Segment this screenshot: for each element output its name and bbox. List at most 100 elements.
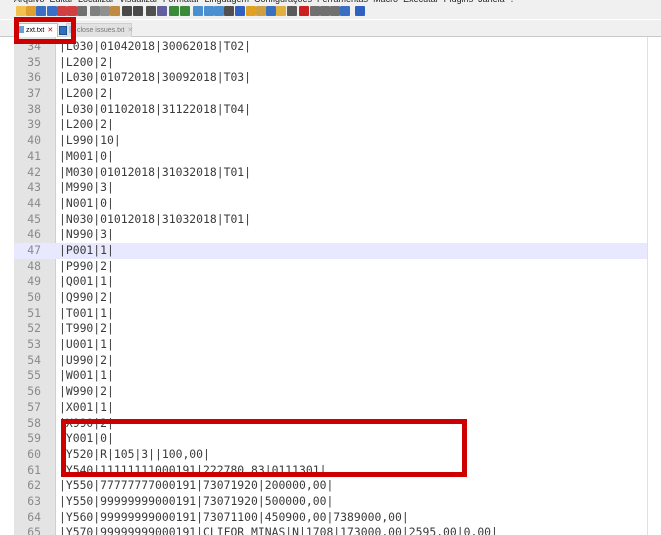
vertical-scrollbar[interactable] <box>647 37 661 535</box>
save-macro-icon[interactable] <box>340 6 350 16</box>
editor-line[interactable]: 47 |P001|1| <box>14 242 647 259</box>
udl-icon[interactable] <box>246 6 256 16</box>
line-number: 63 <box>27 493 41 508</box>
line-number: 43 <box>27 180 41 195</box>
paste-icon[interactable] <box>110 6 120 16</box>
line-number: 52 <box>27 321 41 336</box>
menu-item[interactable]: Formatar <box>163 0 200 4</box>
editor-line[interactable]: 63 |Y550|99999999000191|73071920|500000,0… <box>14 494 647 510</box>
doc-map-icon[interactable] <box>256 6 266 16</box>
sync-h-icon[interactable] <box>204 6 214 16</box>
play-macro-icon[interactable] <box>320 6 330 16</box>
line-text: |N001|0| <box>59 195 114 210</box>
copy-icon[interactable] <box>100 6 110 16</box>
find-icon[interactable] <box>146 6 156 16</box>
line-text: |L030|01072018|30092018|T03| <box>59 70 252 85</box>
editor-line[interactable]: 57 |X001|1| <box>14 400 647 416</box>
editor-line[interactable]: 65 |Y570|99999999000191|CLIFOR MINAS|N|17… <box>14 525 647 535</box>
line-number: 39 <box>27 117 41 132</box>
open-file-icon[interactable] <box>26 6 36 16</box>
editor-line[interactable]: 53 |U001|1| <box>14 337 647 353</box>
menu-item[interactable]: Linguagem <box>204 0 249 4</box>
menu-item[interactable]: ? <box>510 0 515 4</box>
undo-icon[interactable] <box>122 6 132 16</box>
zoom-in-icon[interactable] <box>169 6 179 16</box>
line-number: 61 <box>27 462 41 477</box>
line-number: 57 <box>27 399 41 414</box>
close-icon[interactable] <box>57 6 67 16</box>
zoom-out-icon[interactable] <box>180 6 190 16</box>
save-all-icon[interactable] <box>47 6 57 16</box>
record-macro-icon[interactable] <box>299 6 309 16</box>
line-number: 45 <box>27 211 41 226</box>
close-tab-icon[interactable]: ✕ <box>126 27 134 35</box>
menu-item[interactable]: Janela <box>478 0 505 4</box>
editor-line[interactable]: 41 |M001|0| <box>14 149 647 165</box>
menu-item[interactable]: Visualizar <box>119 0 158 4</box>
editor-line[interactable]: 35 |L200|2| <box>14 55 647 71</box>
line-number: 51 <box>27 305 41 320</box>
editor-line[interactable]: 46 |N990|3| <box>14 227 647 243</box>
editor-line[interactable]: 34 |L030|01042018|30062018|T02| <box>14 39 647 55</box>
line-text: |L200|2| <box>59 54 114 69</box>
editor-line[interactable]: 64 |Y560|99999999000191|73071100|450900,0… <box>14 510 647 526</box>
new-file-icon[interactable] <box>16 6 26 16</box>
line-text: |M030|01012018|31032018|T01| <box>59 164 252 179</box>
editor-line[interactable]: 52 |T990|2| <box>14 321 647 337</box>
editor-line[interactable]: 56 |W990|2| <box>14 384 647 400</box>
print-icon[interactable] <box>77 6 87 16</box>
menu-item[interactable]: Configurações <box>254 0 312 4</box>
left-margin <box>0 37 14 535</box>
save-icon[interactable] <box>36 6 46 16</box>
folder-icon[interactable] <box>276 6 286 16</box>
line-number: 60 <box>27 446 41 461</box>
editor-line[interactable]: 55 |W001|1| <box>14 368 647 384</box>
menu-item[interactable]: Ferramentas <box>317 0 368 4</box>
editor-line[interactable]: 51 |T001|1| <box>14 306 647 322</box>
editor-line[interactable]: 39 |L200|2| <box>14 117 647 133</box>
editor-line[interactable]: 50 |Q990|2| <box>14 290 647 306</box>
function-list-icon[interactable] <box>266 6 276 16</box>
show-all-icon[interactable] <box>224 6 234 16</box>
editor-line[interactable]: 43 |M990|3| <box>14 180 647 196</box>
editor-line[interactable]: 48 |P990|2| <box>14 259 647 275</box>
spellcheck-icon[interactable] <box>355 6 365 16</box>
menu-item[interactable]: Plugins <box>444 0 474 4</box>
editor-line[interactable]: 40 |L990|10| <box>14 133 647 149</box>
line-text: |W990|2| <box>59 384 114 399</box>
indent-guide-icon[interactable] <box>235 6 245 16</box>
line-number: 35 <box>27 54 41 69</box>
sync-v-icon[interactable] <box>193 6 203 16</box>
line-text: |M001|0| <box>59 148 114 163</box>
menu-item[interactable]: Macro <box>373 0 398 4</box>
line-number: 55 <box>27 368 41 383</box>
editor-line[interactable]: 45 |N030|01012018|31032018|T01| <box>14 212 647 228</box>
line-text: |Y570|99999999000191|CLIFOR MINAS|N|1708… <box>59 525 498 535</box>
monitor-icon[interactable] <box>287 6 297 16</box>
close-all-icon[interactable] <box>67 6 77 16</box>
stop-macro-icon[interactable] <box>310 6 320 16</box>
editor-line[interactable]: 42 |M030|01012018|31032018|T01| <box>14 165 647 181</box>
menu-item[interactable]: Executar <box>403 0 439 4</box>
editor-line[interactable]: 38 |L030|01102018|31122018|T04| <box>14 102 647 118</box>
replace-icon[interactable] <box>157 6 167 16</box>
redo-icon[interactable] <box>133 6 143 16</box>
line-text: |X001|1| <box>59 399 114 414</box>
editor-line[interactable]: 36 |L030|01072018|30092018|T03| <box>14 70 647 86</box>
editor-line[interactable]: 49 |Q001|1| <box>14 274 647 290</box>
editor-line[interactable]: 54 |U990|2| <box>14 353 647 369</box>
editor-line[interactable]: 37 |L200|2| <box>14 86 647 102</box>
menu-item[interactable]: Editar <box>50 0 74 4</box>
word-wrap-icon[interactable] <box>214 6 224 16</box>
line-number: 40 <box>27 133 41 148</box>
cut-icon[interactable] <box>90 6 100 16</box>
menu-item[interactable]: Arquivo <box>14 0 45 4</box>
editor-line[interactable]: 62 |Y550|77777777000191|73071920|200000,0… <box>14 478 647 494</box>
run-macro-multiple-icon[interactable] <box>330 6 340 16</box>
line-number: 44 <box>27 195 41 210</box>
editor-line[interactable]: 44 |N001|0| <box>14 196 647 212</box>
line-number: 41 <box>27 148 41 163</box>
menu-item[interactable]: Localizar <box>78 0 114 4</box>
line-number: 49 <box>27 274 41 289</box>
line-number: 48 <box>27 258 41 273</box>
